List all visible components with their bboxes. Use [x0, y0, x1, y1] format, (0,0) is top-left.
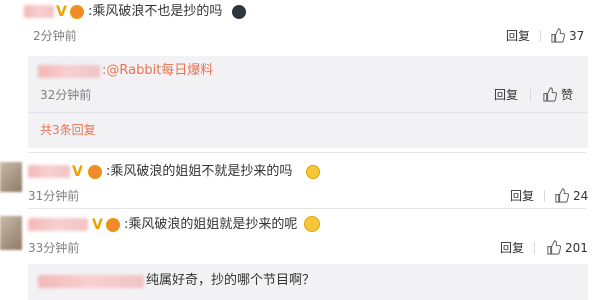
like-label: 赞 — [561, 87, 574, 102]
comment-text: :乘风破浪的姐姐不就是抄来的吗 — [106, 164, 293, 179]
comment-time: 31分钟前 — [28, 189, 80, 203]
avatar[interactable] — [0, 216, 22, 250]
reply-thread: :@Rabbit每日爆料 32分钟前 回复 赞 共3条回复 — [28, 56, 588, 148]
divider — [530, 89, 531, 101]
divider — [28, 152, 586, 153]
vip-badge-icon: V — [56, 4, 67, 20]
like-count: 37 — [569, 28, 585, 43]
thumbs-up-icon — [543, 87, 557, 102]
emoji-icon — [232, 5, 246, 19]
divider — [534, 242, 535, 254]
comment-text: :乘风破浪的姐姐就是抄来的呢 — [124, 217, 298, 232]
username-blurred[interactable] — [38, 65, 100, 78]
username-blurred[interactable] — [28, 218, 88, 231]
avatar[interactable] — [0, 162, 22, 192]
reply-text: 纯属好奇，抄的哪个节目啊？ — [146, 273, 316, 288]
fire-emoji-icon — [88, 165, 102, 179]
reply-button[interactable]: 回复 — [506, 29, 530, 43]
divider — [28, 208, 586, 209]
reply-button[interactable]: 回复 — [500, 241, 524, 255]
divider — [544, 190, 545, 202]
reply-text: :@Rabbit每日爆料 — [102, 63, 214, 78]
username-blurred[interactable] — [28, 165, 70, 178]
reply-time: 32分钟前 — [40, 88, 92, 102]
emoji-icon — [306, 165, 320, 179]
emoji-icon — [304, 216, 320, 232]
like-button[interactable]: 24 — [554, 188, 588, 203]
reply-thread: 纯属好奇，抄的哪个节目啊？ — [28, 264, 588, 300]
comment-text: :乘风破浪不也是抄的吗 — [88, 4, 223, 19]
username-blurred[interactable] — [38, 275, 144, 288]
thumbs-up-icon — [547, 240, 561, 255]
comment-time: 33分钟前 — [28, 241, 80, 255]
like-count: 201 — [565, 240, 588, 255]
like-button[interactable]: 37 — [550, 28, 584, 43]
fire-emoji-icon — [106, 218, 120, 232]
comment-time: 2分钟前 — [33, 29, 77, 43]
reply-button[interactable]: 回复 — [494, 88, 518, 102]
like-count: 24 — [573, 188, 589, 203]
divider — [28, 112, 588, 113]
thumbs-up-icon — [555, 188, 569, 203]
fire-emoji-icon — [70, 5, 84, 19]
divider — [540, 30, 541, 42]
vip-badge-icon: V — [72, 164, 83, 180]
view-more-replies-link[interactable]: 共3条回复 — [40, 123, 96, 137]
reply-button[interactable]: 回复 — [510, 189, 534, 203]
thumbs-up-icon — [551, 28, 565, 43]
like-button[interactable]: 赞 — [542, 87, 573, 102]
username-blurred[interactable] — [24, 5, 54, 18]
vip-badge-icon: V — [92, 217, 103, 233]
like-button[interactable]: 201 — [546, 240, 588, 255]
